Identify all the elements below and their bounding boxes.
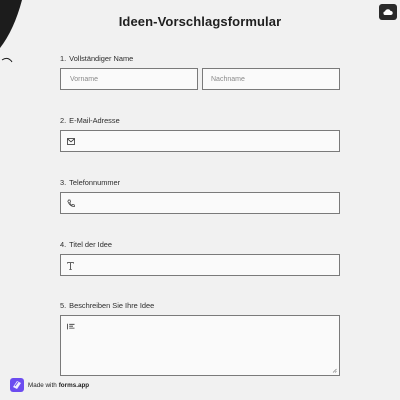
resize-handle-icon[interactable] <box>332 368 337 373</box>
corner-decoration <box>0 0 22 63</box>
email-field[interactable] <box>60 130 340 152</box>
field-label-idea-title: 4. Titel der Idee <box>60 240 113 249</box>
badge-brand: forms.app <box>58 381 90 389</box>
field-label-phone: 3. Telefonnummer <box>60 178 121 187</box>
idea-title-field[interactable] <box>60 254 340 276</box>
badge-prefix: Made with <box>28 381 57 389</box>
last-name-placeholder: Nachname <box>211 76 245 83</box>
last-name-input[interactable]: Nachname <box>202 68 340 90</box>
field-label-idea-description: 5. Beschreiben Sie Ihre Idee <box>60 301 155 310</box>
phone-icon <box>67 199 75 207</box>
idea-description-textarea[interactable] <box>60 315 340 376</box>
email-icon <box>67 138 75 145</box>
first-name-placeholder: Vorname <box>70 76 99 83</box>
page-title: Ideen-Vorschlagsformular <box>118 14 282 29</box>
text-icon <box>67 262 74 270</box>
forms-app-logo-icon <box>10 378 24 392</box>
first-name-input[interactable]: Vorname <box>60 68 198 90</box>
phone-field[interactable] <box>60 192 340 214</box>
made-with-badge[interactable]: Made with forms.app <box>10 378 89 392</box>
field-label-full-name: 1. Vollständiger Name <box>60 54 134 63</box>
paragraph-icon <box>67 323 75 330</box>
field-label-email: 2. E-Mail-Adresse <box>60 116 120 125</box>
